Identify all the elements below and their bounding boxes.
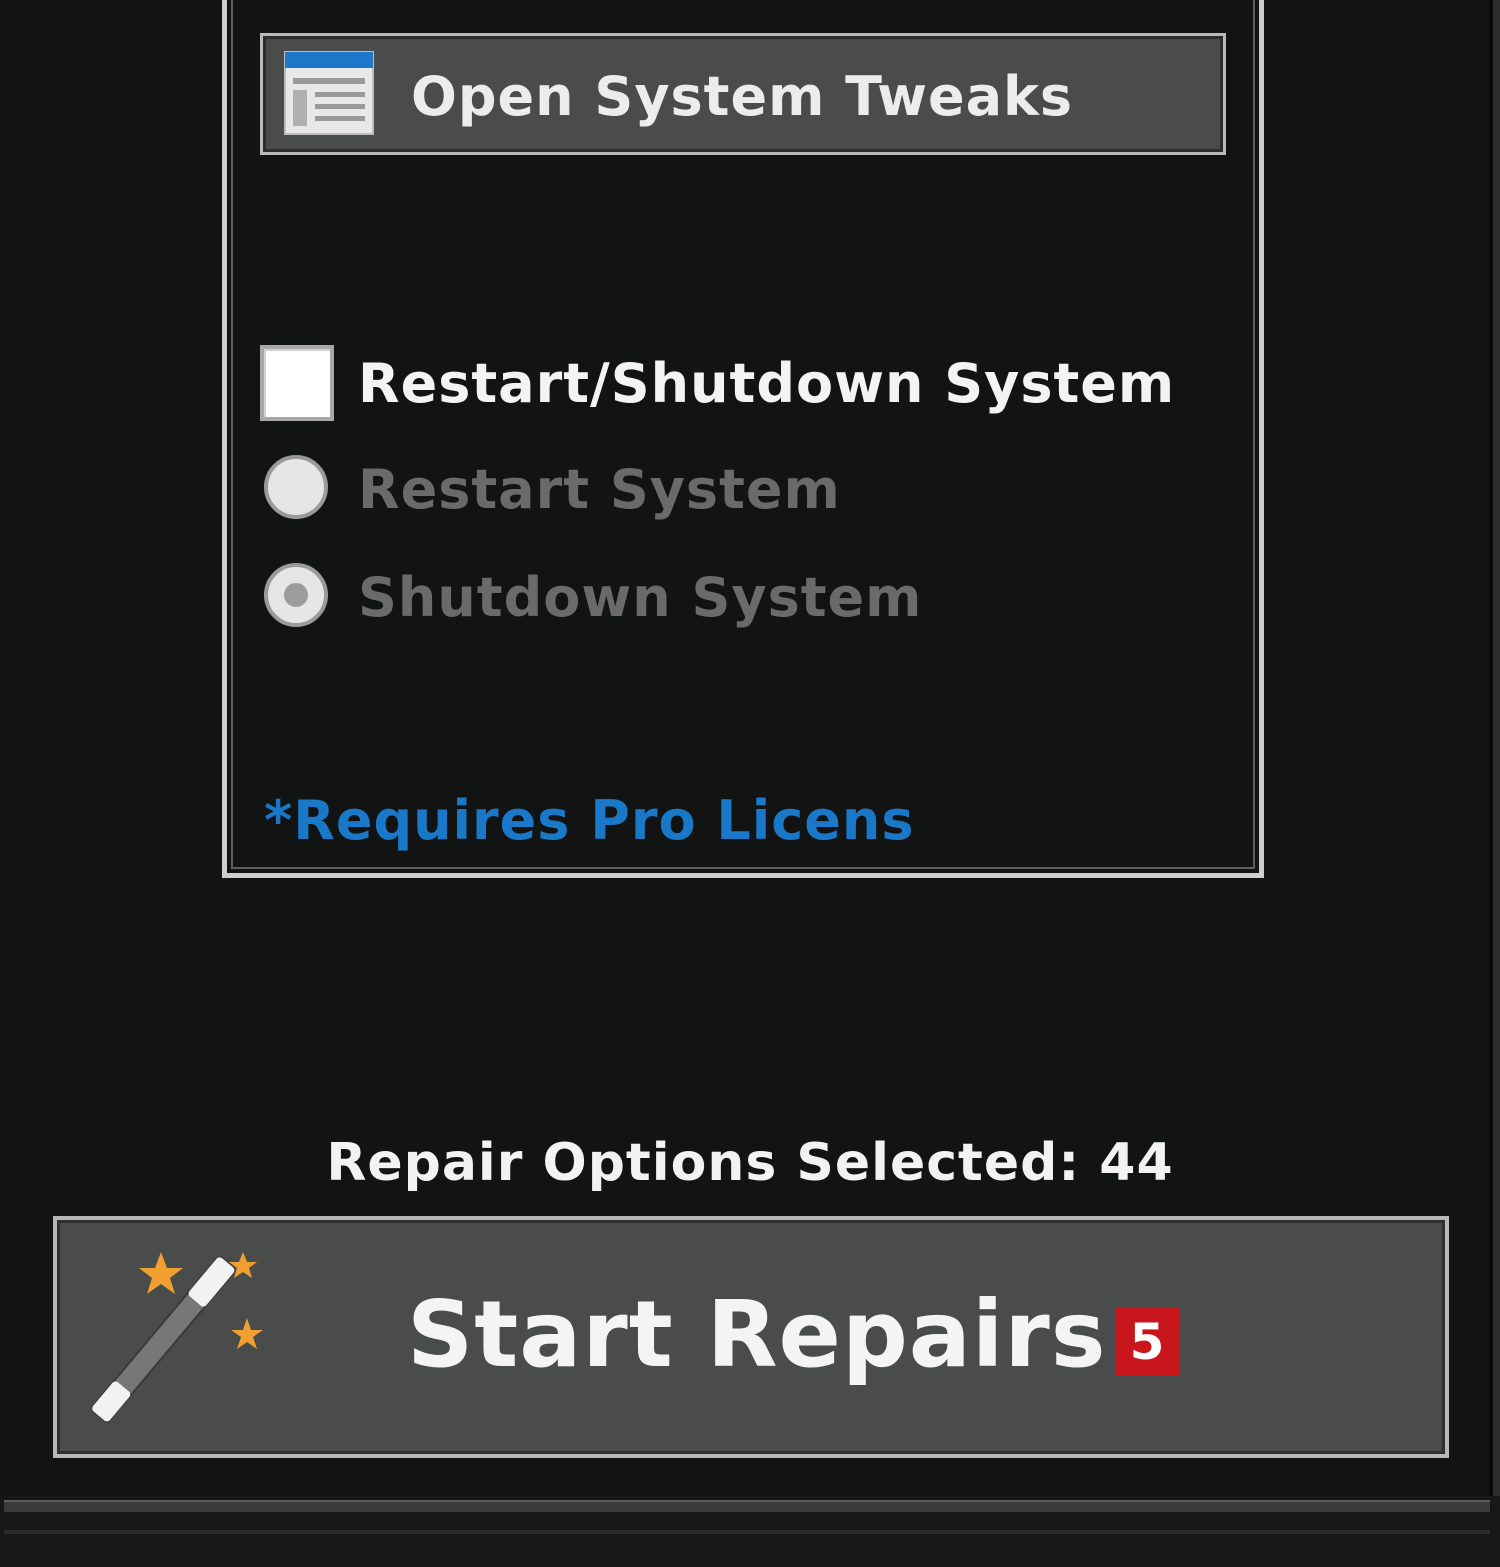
restart-system-label: Restart System — [358, 458, 841, 521]
pro-license-notice: *Requires Pro Licens — [264, 789, 915, 852]
start-repairs-button[interactable]: Start Repairs 5 — [53, 1216, 1449, 1458]
window-icon — [283, 50, 375, 136]
start-repairs-badge: 5 — [1115, 1308, 1179, 1376]
restart-system-radio[interactable] — [264, 455, 328, 519]
repair-options-count: Repair Options Selected: 44 — [326, 1133, 1174, 1193]
open-system-tweaks-label: Open System Tweaks — [411, 65, 1074, 128]
shutdown-system-radio[interactable] — [264, 563, 328, 627]
start-repairs-label: Start Repairs — [407, 1281, 1107, 1388]
window-right-edge — [1489, 0, 1500, 1567]
bottom-bar-divider-lower — [4, 1530, 1490, 1534]
shutdown-system-option[interactable]: Shutdown System — [264, 563, 1164, 635]
restart-system-option[interactable]: Restart System — [264, 455, 1164, 527]
magic-wand-icon — [79, 1246, 269, 1430]
bottom-bar-divider — [4, 1500, 1490, 1512]
open-system-tweaks-button[interactable]: Open System Tweaks — [260, 33, 1226, 155]
restart-shutdown-option[interactable]: Restart/Shutdown System — [260, 345, 1220, 425]
restart-shutdown-checkbox[interactable] — [260, 345, 334, 421]
restart-shutdown-label: Restart/Shutdown System — [358, 352, 1176, 415]
bottom-status-bar — [0, 1496, 1500, 1567]
shutdown-system-label: Shutdown System — [358, 566, 923, 629]
